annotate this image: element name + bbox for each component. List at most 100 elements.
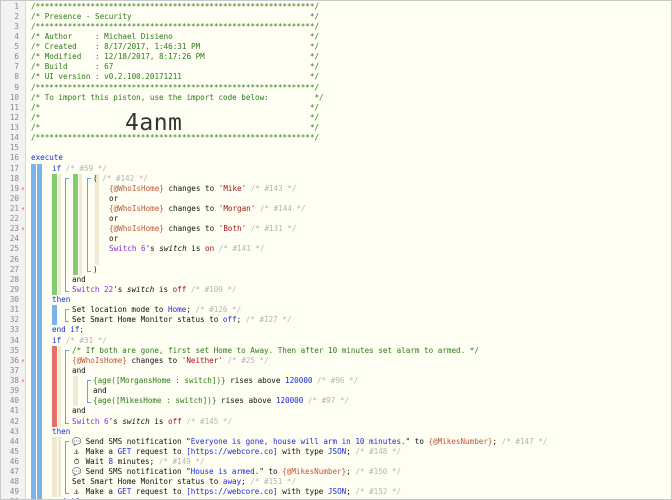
line-number: 3: [14, 21, 19, 31]
code-token: if: [52, 335, 66, 345]
code-token: /* UI version : v0.2.100.20171211 */: [31, 72, 320, 82]
code-token: JSON: [327, 446, 347, 456]
code-text[interactable]: Switch 6's switch is off /* #145 */: [72, 417, 232, 427]
code-token: request to: [131, 446, 187, 456]
code-line: 40 {age([MikesHome : switch])} rises abov…: [1, 396, 671, 406]
statement-icon: ⚓: [74, 446, 79, 456]
code-line: 6 /* Modified : 12/18/2017, 8:17:26 PM */: [1, 52, 671, 62]
code-text[interactable]: ⏱ Wait 8 minutes; /* #149 */: [72, 457, 205, 467]
trigger-icon: ⚡: [20, 377, 26, 386]
code-text[interactable]: {age([MorgansHome : switch])} rises abov…: [93, 376, 358, 386]
code-token: Make a: [85, 446, 118, 456]
code-line: 23 ⚡ {@WhoIsHome} changes to 'Both' /* #13…: [1, 224, 671, 234]
code-line: 20 or: [1, 194, 671, 204]
code-text[interactable]: execute: [31, 153, 63, 163]
code-token: /* Modified : 12/18/2017, 8:17:26 PM */: [31, 52, 320, 62]
code-line: 46 ⏱ Wait 8 minutes; /* #149 */: [1, 457, 671, 467]
code-line: 17 if /* #59 */: [1, 164, 671, 174]
statement-icon: ⚓: [74, 487, 79, 497]
code-text[interactable]: /* Build : 67 */: [31, 62, 319, 72]
code-line: 24 or: [1, 234, 671, 244]
code-text[interactable]: then: [52, 295, 70, 305]
code-token: 's: [145, 244, 160, 254]
line-number: 10: [9, 92, 19, 102]
code-token: /* #147 */: [501, 436, 548, 446]
code-text[interactable]: 💬 Send SMS notification "House is armed.…: [72, 467, 401, 477]
line-number: 36: [9, 355, 19, 365]
line-number: 42: [9, 416, 19, 426]
line-number: 13: [9, 123, 19, 133]
code-text[interactable]: /* UI version : v0.2.100.20171211 */: [31, 72, 319, 82]
line-number: 27: [9, 264, 19, 274]
code-token: /* To import this piston, use the import…: [31, 92, 324, 102]
code-text[interactable]: /* To import this piston, use the import…: [31, 93, 324, 103]
code-line: 13 /* */: [1, 123, 671, 133]
code-text[interactable]: {@WhoIsHome} changes to 'Mike' /* #143 *…: [109, 184, 296, 194]
code-token: Home: [168, 305, 187, 315]
code-text[interactable]: {@WhoIsHome} changes to 'Morgan' /* #144…: [109, 204, 306, 214]
code-text[interactable]: /* Author : Michael Disieno */: [31, 32, 319, 42]
code-line: 15: [1, 143, 671, 153]
code-text[interactable]: /***************************************…: [31, 83, 319, 93]
code-token: 'Both': [218, 224, 247, 234]
code-token: " to: [259, 467, 283, 477]
code-token: execute: [31, 153, 64, 163]
code-text[interactable]: and: [93, 386, 107, 396]
code-text[interactable]: {@WhoIsHome} changes to 'Neither' /* #25…: [72, 356, 269, 366]
code-text[interactable]: /* Created : 8/17/2017, 1:46:31 PM */: [31, 42, 319, 52]
code-text[interactable]: {@WhoIsHome} changes to 'Both' /* #131 *…: [109, 224, 296, 234]
code-line: 26: [1, 255, 671, 265]
code-text[interactable]: and: [72, 275, 86, 285]
code-token: ;: [241, 477, 251, 487]
code-text[interactable]: ( /* #142 */: [93, 174, 148, 184]
statement-icon: 💬: [72, 467, 82, 477]
code-token: changes to: [163, 183, 219, 193]
code-token: /* #141 */: [214, 244, 265, 254]
code-token: switch: [126, 284, 155, 294]
code-text[interactable]: /***************************************…: [31, 133, 319, 143]
code-text[interactable]: or: [109, 194, 118, 204]
code-text[interactable]: if /* #31 */: [52, 336, 107, 346]
code-token: /* #149 */: [158, 457, 205, 466]
code-text[interactable]: if /* #59 */: [52, 164, 107, 174]
code-text[interactable]: then: [52, 427, 70, 437]
code-text[interactable]: /* Presence - Security */: [31, 12, 319, 22]
line-number: 29: [9, 284, 19, 294]
trigger-icon: ⚡: [20, 205, 26, 213]
code-token: 'Mike': [218, 183, 247, 193]
code-token: /* Build : 67 */: [31, 62, 320, 72]
code-token: Make a: [85, 487, 118, 497]
code-line: 3 /**************************************…: [1, 22, 671, 32]
code-text[interactable]: /* */: [31, 123, 319, 133]
line-number: 1: [14, 1, 19, 11]
code-token: /* #25 */: [222, 355, 269, 365]
code-text[interactable]: Set Smart Home Monitor status to off; /*…: [72, 315, 291, 325]
code-text[interactable]: and: [72, 406, 86, 416]
code-text[interactable]: ⚓ Make a GET request to [https://webcore…: [72, 447, 401, 457]
code-token: /* #126 */: [195, 305, 242, 315]
code-token: request to: [131, 487, 187, 497]
code-token: [https://webcore.co]: [186, 446, 278, 456]
code-text[interactable]: and: [72, 366, 86, 376]
code-text[interactable]: Switch 22's switch is off /* #109 */: [72, 285, 237, 295]
code-text[interactable]: /***************************************…: [31, 22, 319, 32]
code-text[interactable]: Switch 6's switch is on /* #141 */: [109, 244, 264, 254]
code-token: on: [205, 244, 215, 254]
code-text[interactable]: or: [109, 234, 118, 244]
code-text[interactable]: ⚓ Make a GET request to [https://webcore…: [72, 487, 401, 497]
code-token: /***************************************…: [31, 1, 320, 11]
code-text[interactable]: Set location mode to Home; /* #126 */: [72, 305, 241, 315]
line-number: 14: [9, 133, 19, 143]
code-text[interactable]: /* If both are gone, first set Home to A…: [72, 346, 479, 356]
code-text[interactable]: 💬 Send SMS notification "Everyone is gon…: [72, 437, 547, 447]
trigger-icon: ⚡: [20, 225, 26, 234]
code-text[interactable]: ): [93, 265, 98, 275]
code-text[interactable]: or: [109, 214, 118, 224]
code-text[interactable]: /***************************************…: [31, 2, 319, 12]
line-number: 15: [9, 143, 19, 153]
code-text[interactable]: /* Modified : 12/18/2017, 8:17:26 PM */: [31, 52, 319, 62]
code-text[interactable]: end if;: [52, 325, 84, 335]
code-text[interactable]: {age([MikesHome : switch])} rises above …: [93, 396, 349, 406]
code-text[interactable]: Set Smart Home Monitor status to away; /…: [72, 477, 296, 487]
code-line: 19 ⚡ {@WhoIsHome} changes to 'Mike' /* #14…: [1, 184, 671, 194]
